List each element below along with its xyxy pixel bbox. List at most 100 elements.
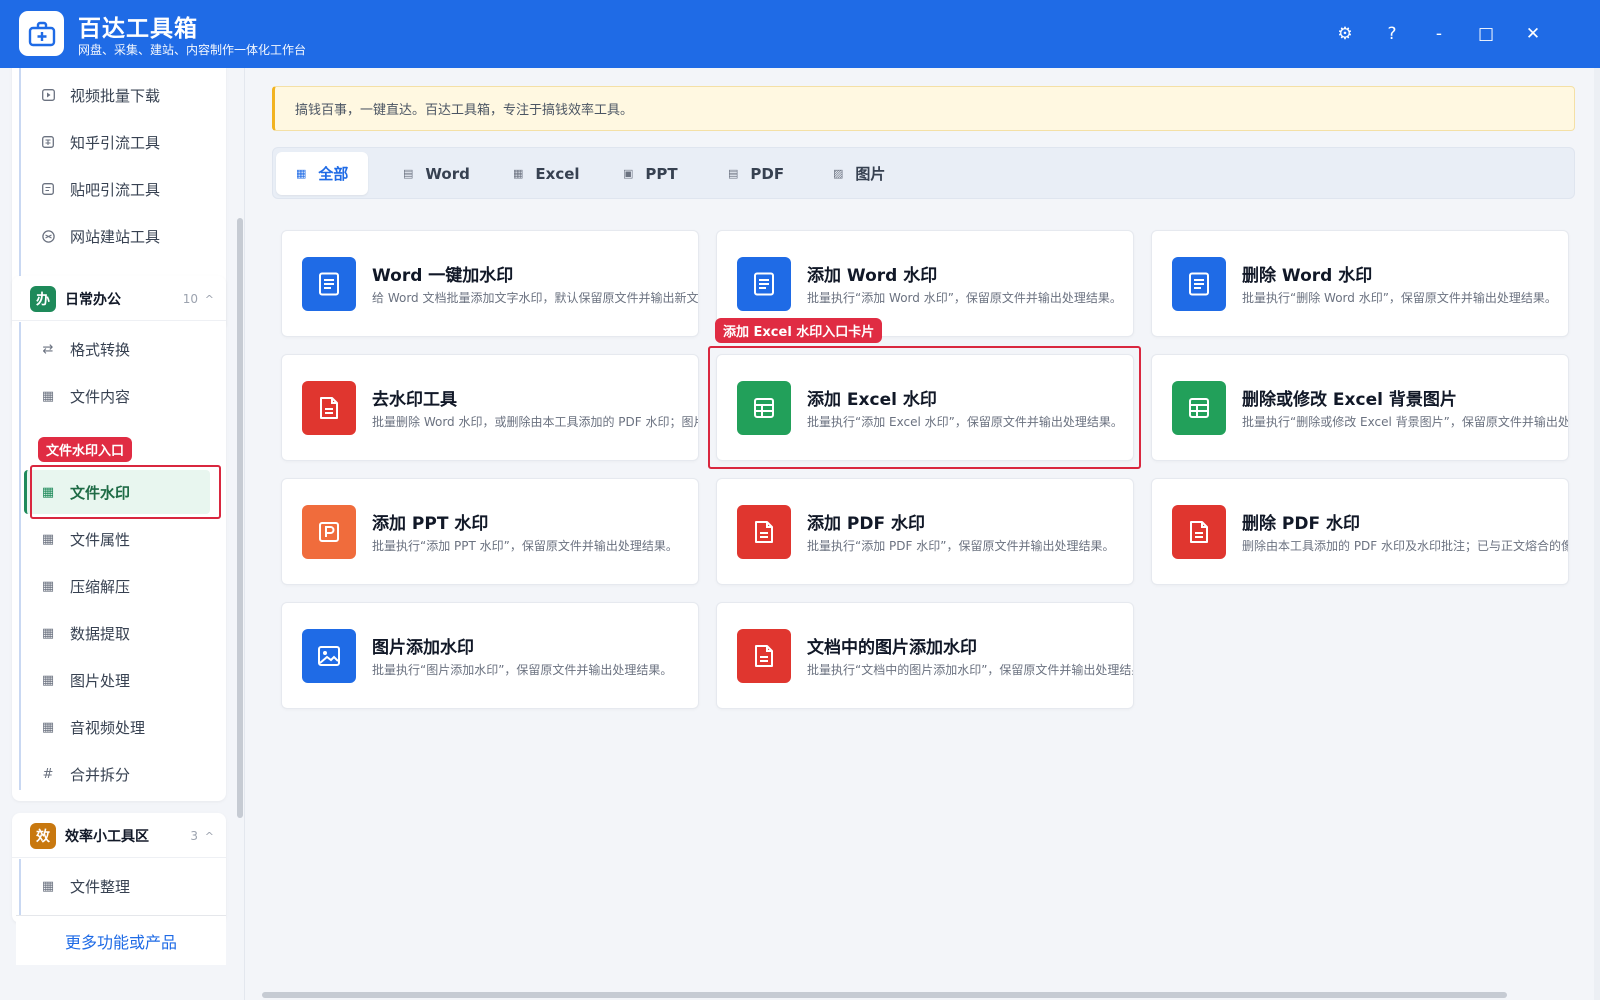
group-title: 日常办公	[65, 292, 121, 308]
tab-label: Word	[425, 164, 470, 183]
tab-label: PPT	[645, 164, 678, 183]
sidebar-item-label: 知乎引流工具	[70, 133, 161, 152]
grid-icon: ▦	[41, 625, 55, 641]
tool-card-description: 删除由本工具添加的 PDF 水印及水印批注；已与正文熔合的像素水印不支持。	[1242, 539, 1568, 553]
sidebar: 视频批量下载 知乎引流工具 贴吧引流工具 网站建站工具 办 日常办公 10 ^ …	[0, 68, 245, 1000]
tab-label: 全部	[318, 165, 349, 183]
main-horizontal-scrollbar[interactable]	[262, 992, 1507, 998]
image-icon	[302, 629, 356, 683]
tab-excel[interactable]: ▦ Excel	[493, 152, 600, 195]
tool-card-description: 批量执行“文档中的图片添加水印”，保留原文件并输出处理结果。	[807, 663, 1134, 677]
tool-card-description: 批量执行“删除 Word 水印”，保留原文件并输出处理结果。	[1242, 291, 1557, 305]
zhihu-icon	[40, 134, 56, 150]
sidebar-item-tieba[interactable]: 贴吧引流工具	[24, 167, 210, 211]
document-icon: ▤	[403, 167, 414, 180]
grid-icon: ▦	[41, 878, 55, 894]
help-icon[interactable]: ?	[1376, 18, 1408, 50]
chevron-up-icon: ^	[204, 829, 214, 843]
word-doc-icon	[737, 257, 791, 311]
sidebar-item-file-properties[interactable]: ▦ 文件属性	[24, 517, 210, 561]
app-title: 百达工具箱	[78, 16, 198, 42]
tool-card[interactable]: Word 一键加水印给 Word 文档批量添加文字水印，默认保留原文件并输出新文…	[281, 230, 699, 337]
video-icon	[40, 87, 56, 103]
tool-card-description: 给 Word 文档批量添加文字水印，默认保留原文件并输出新文件。	[372, 291, 699, 305]
sidebar-item-label: 格式转换	[70, 340, 131, 359]
pdf-icon: ▤	[728, 167, 739, 180]
minimize-button[interactable]: -	[1423, 18, 1455, 50]
sidebar-item-image-process[interactable]: ▦ 图片处理	[24, 658, 210, 702]
tool-card[interactable]: 删除或修改 Excel 背景图片 批量执行“删除或修改 Excel 背景图片”，保…	[1151, 354, 1569, 461]
grid-icon: ▦	[41, 672, 55, 688]
tool-card[interactable]: 删除 Word 水印 批量执行“删除 Word 水印”，保留原文件并输出处理结果。	[1151, 230, 1569, 337]
excel-sheet-icon	[1172, 381, 1226, 435]
group-count: 3	[190, 829, 198, 843]
tool-card-title: 去水印工具	[372, 390, 457, 410]
close-button[interactable]: ✕	[1517, 18, 1549, 50]
sidebar-item-video-download[interactable]: 视频批量下载	[24, 73, 210, 117]
tool-card[interactable]: 删除 PDF 水印删除由本工具添加的 PDF 水印及水印批注；已与正文熔合的像素…	[1151, 478, 1569, 585]
more-features-link[interactable]: 更多功能或产品	[16, 915, 226, 965]
toolbox-logo-icon	[19, 11, 64, 56]
sidebar-item-label: 文件属性	[70, 530, 131, 549]
sidebar-item-file-organize[interactable]: ▦ 文件整理	[24, 864, 210, 908]
group-title: 效率小工具区	[65, 829, 149, 845]
sidebar-item-compress[interactable]: ▦ 压缩解压	[24, 564, 210, 608]
sidebar-item-merge-split[interactable]: # 合并拆分	[24, 752, 210, 796]
pdf-doc-icon	[737, 629, 791, 683]
tool-card-title: 文档中的图片添加水印	[807, 638, 977, 658]
group-header-efficiency[interactable]: 效 效率小工具区 3 ^	[30, 820, 220, 852]
tool-card-description: 批量执行“添加 PPT 水印”，保留原文件并输出处理结果。	[372, 539, 678, 553]
sidebar-item-label: 贴吧引流工具	[70, 180, 161, 199]
tool-card-title: 删除或修改 Excel 背景图片	[1242, 390, 1457, 410]
tool-card-title: 添加 Word 水印	[807, 266, 938, 286]
main-vertical-scroll-track	[1594, 68, 1600, 1000]
tool-card-description: 批量执行“添加 PDF 水印”，保留原文件并输出处理结果。	[807, 539, 1115, 553]
tab-word[interactable]: ▤ Word	[383, 152, 490, 195]
sidebar-scrollbar[interactable]	[237, 218, 243, 818]
tab-label: PDF	[750, 164, 785, 183]
highlight-box-excel-watermark-card	[708, 346, 1141, 469]
chevron-up-icon: ^	[204, 292, 214, 306]
sidebar-item-website[interactable]: 网站建站工具	[24, 214, 210, 258]
tab-pdf[interactable]: ▤ PDF	[708, 152, 804, 195]
group-count: 10	[182, 292, 198, 306]
tool-card-title: 图片添加水印	[372, 638, 474, 658]
group-badge-icon: 效	[30, 823, 56, 849]
tab-image[interactable]: ▨ 图片	[813, 152, 905, 195]
tab-label: 图片	[855, 165, 886, 183]
tool-card-title: 删除 PDF 水印	[1242, 514, 1361, 534]
group-rail	[19, 68, 21, 308]
tool-card[interactable]: 文档中的图片添加水印批量执行“文档中的图片添加水印”，保留原文件并输出处理结果。	[716, 602, 1134, 709]
tool-card[interactable]: 去水印工具批量删除 Word 水印，或删除由本工具添加的 PDF 水印；图片/扫…	[281, 354, 699, 461]
group-badge-icon: 办	[30, 286, 56, 312]
tool-card[interactable]: 添加 PPT 水印 批量执行“添加 PPT 水印”，保留原文件并输出处理结果。	[281, 478, 699, 585]
tab-label: Excel	[535, 164, 580, 183]
tool-card[interactable]: 添加 PDF 水印批量执行“添加 PDF 水印”，保留原文件并输出处理结果。	[716, 478, 1134, 585]
sidebar-item-file-content[interactable]: ▦ 文件内容	[24, 374, 210, 418]
tool-card-title: 添加 PDF 水印	[807, 514, 926, 534]
sidebar-item-data-extract[interactable]: ▦ 数据提取	[24, 611, 210, 655]
tool-card[interactable]: 图片添加水印 批量执行“图片添加水印”，保留原文件并输出处理结果。	[281, 602, 699, 709]
group-divider	[12, 857, 226, 858]
maximize-button[interactable]: □	[1470, 18, 1502, 50]
word-doc-icon	[302, 257, 356, 311]
grid-icon: ▦	[41, 531, 55, 547]
ppt-icon	[302, 505, 356, 559]
sidebar-item-audio-video[interactable]: ▦ 音视频处理	[24, 705, 210, 749]
sidebar-item-label: 网站建站工具	[70, 227, 161, 246]
swap-icon: ⇄	[42, 341, 54, 357]
sidebar-item-label: 音视频处理	[70, 718, 146, 737]
tab-all[interactable]: ▦ 全部	[276, 152, 369, 195]
sidebar-item-label: 数据提取	[70, 624, 131, 643]
pdf-doc-icon	[302, 381, 356, 435]
tab-ppt[interactable]: ▣ PPT	[603, 152, 698, 195]
grid-icon: ▦	[41, 578, 55, 594]
sidebar-item-format-convert[interactable]: ⇄ 格式转换	[24, 327, 210, 371]
group-header-daily-office[interactable]: 办 日常办公 10 ^	[30, 283, 220, 315]
word-doc-icon	[1172, 257, 1226, 311]
sidebar-item-label: 视频批量下载	[70, 86, 161, 105]
tool-card-description: 批量执行“添加 Word 水印”，保留原文件并输出处理结果。	[807, 291, 1122, 305]
sidebar-item-zhihu[interactable]: 知乎引流工具	[24, 120, 210, 164]
annotation-tag-watermark-entry: 文件水印入口	[38, 437, 133, 462]
settings-gear-icon[interactable]: ⚙	[1329, 18, 1361, 50]
